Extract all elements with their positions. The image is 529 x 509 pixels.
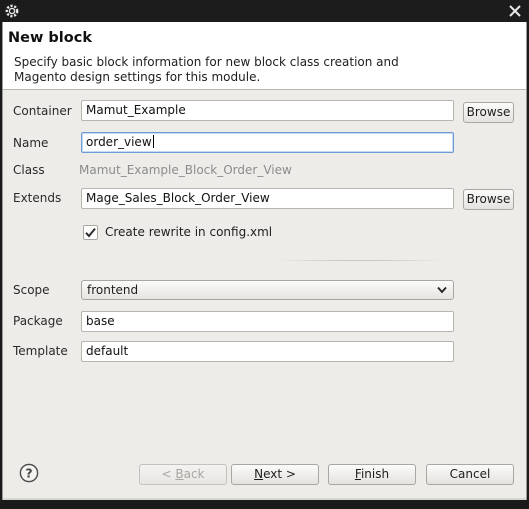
back-button[interactable]: < Back [139, 464, 227, 485]
back-button-mnemonic: B [175, 467, 184, 481]
text-caret [152, 135, 154, 148]
extends-browse-button[interactable]: Browse [463, 189, 514, 210]
scope-select[interactable]: frontend [81, 280, 454, 300]
extends-input[interactable]: Mage_Sales_Block_Order_View [81, 188, 454, 209]
page-title: New block [8, 30, 92, 46]
scope-label: Scope [13, 283, 50, 297]
dialog-header: New block Specify basic block informatio… [3, 22, 526, 90]
help-icon[interactable]: ? [19, 463, 39, 483]
gear-icon [5, 4, 19, 18]
next-button[interactable]: Next > [231, 464, 319, 485]
container-label: Container [13, 104, 72, 118]
cancel-button[interactable]: Cancel [426, 464, 514, 485]
template-input[interactable]: default [81, 341, 454, 362]
rewrite-checkbox-label: Create rewrite in config.xml [105, 225, 273, 239]
name-label: Name [13, 136, 49, 150]
class-label: Class [13, 163, 45, 177]
template-label: Template [13, 344, 68, 358]
scope-selected-value: frontend [87, 283, 139, 297]
name-input[interactable]: order_view [81, 132, 454, 153]
finish-button[interactable]: Finish [328, 464, 416, 485]
next-button-label: ext > [263, 467, 296, 481]
section-divider [275, 260, 445, 261]
package-input[interactable]: base [81, 311, 454, 332]
svg-text:?: ? [25, 466, 32, 481]
class-value: Mamut_Example_Block_Order_View [79, 163, 292, 177]
chevron-down-icon [437, 286, 447, 294]
container-browse-button[interactable]: Browse [463, 102, 514, 123]
container-input[interactable]: Mamut_Example [81, 100, 454, 121]
next-button-mnemonic: N [254, 467, 264, 481]
page-description: Specify basic block information for new … [14, 55, 399, 84]
name-input-value: order_view [86, 135, 152, 149]
title-bar [0, 0, 529, 22]
dialog-window: New block Specify basic block informatio… [2, 22, 527, 500]
finish-button-label: inish [360, 467, 390, 481]
check-icon [85, 227, 96, 238]
rewrite-checkbox[interactable] [83, 225, 98, 240]
back-button-label: ack [183, 467, 205, 481]
close-icon[interactable] [508, 4, 522, 18]
bottom-bar [0, 500, 529, 509]
extends-label: Extends [13, 191, 62, 205]
package-label: Package [13, 314, 63, 328]
back-button-prefix: < [161, 467, 176, 481]
